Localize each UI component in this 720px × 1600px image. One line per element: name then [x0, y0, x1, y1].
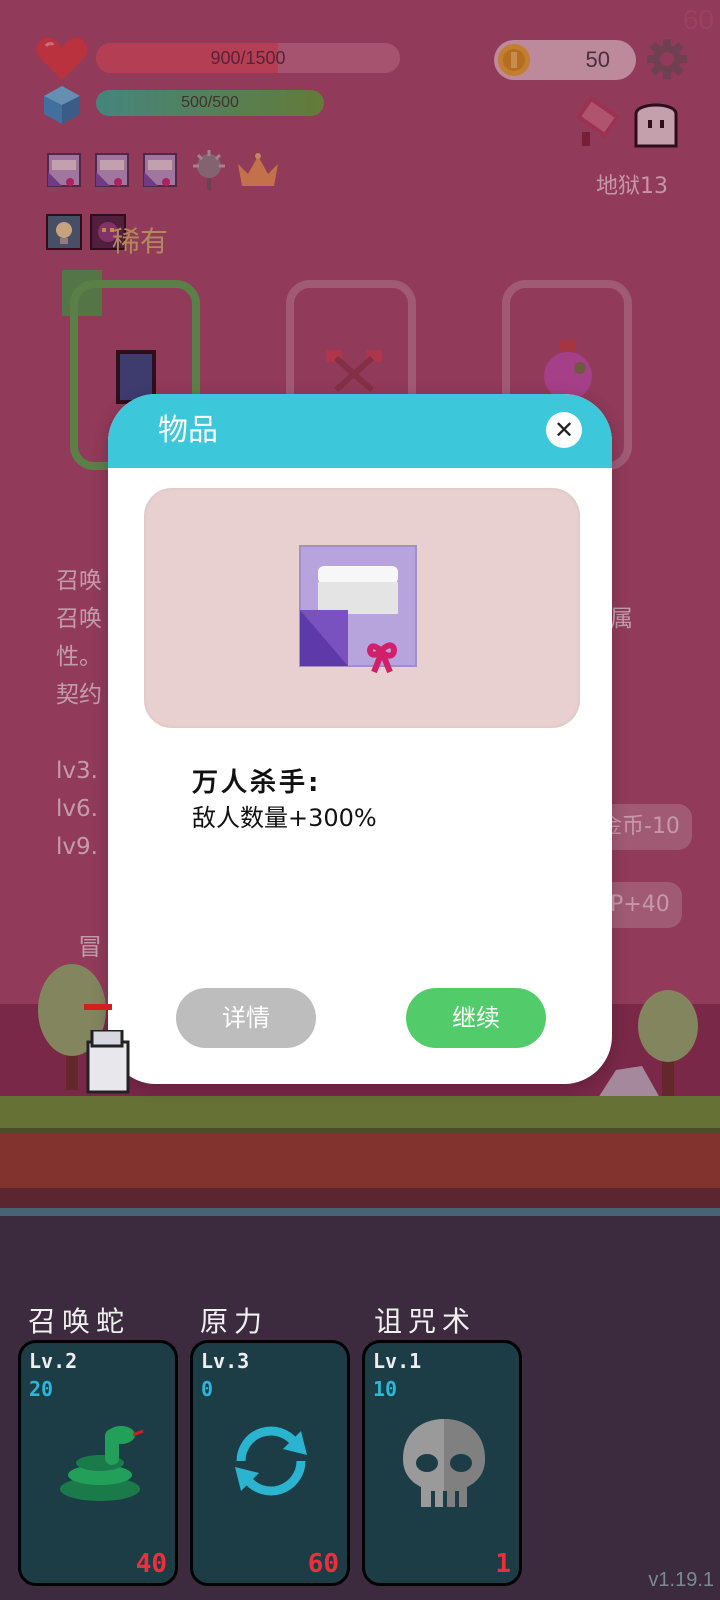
- enemy-hp-bar: [84, 1004, 112, 1010]
- item-preview-card: [144, 488, 580, 728]
- cycle-icon: [235, 1426, 307, 1496]
- skill-count: 0: [201, 1377, 214, 1401]
- skill-level: Lv.1: [373, 1349, 422, 1373]
- item-modal: 物品 ✕ 万人杀手: 敌人数量+300% 详情 继续: [108, 394, 612, 1084]
- skill-card-snake[interactable]: Lv.2 20 40: [18, 1340, 178, 1586]
- knight-character: [86, 1030, 130, 1094]
- close-button[interactable]: ✕: [546, 412, 582, 448]
- skill-cost: 40: [135, 1549, 167, 1579]
- skill-level: Lv.3: [201, 1349, 250, 1373]
- continue-button[interactable]: 继续: [406, 988, 546, 1048]
- skill-title-snake: 召唤蛇: [28, 1305, 131, 1338]
- skill-count: 10: [373, 1377, 398, 1401]
- detail-button[interactable]: 详情: [176, 988, 316, 1048]
- item-name: 万人杀手:: [192, 768, 322, 798]
- skill-card-curse[interactable]: Lv.1 10 1: [362, 1340, 522, 1586]
- skill-cost: 1: [495, 1549, 511, 1579]
- skill-level: Lv.2: [29, 1349, 78, 1373]
- modal-header: 物品 ✕: [108, 394, 612, 468]
- modal-title: 物品: [158, 413, 218, 448]
- skill-count: 20: [29, 1377, 54, 1401]
- gift-scroll-icon: [299, 545, 417, 674]
- skill-cost: 60: [307, 1549, 339, 1579]
- version-label: v1.19.1: [648, 1569, 714, 1591]
- item-effect: 敌人数量+300%: [192, 804, 377, 832]
- skill-card-force[interactable]: Lv.3 0 60: [190, 1340, 350, 1586]
- skull-icon: [403, 1419, 485, 1507]
- snake-icon: [60, 1426, 144, 1501]
- close-icon: ✕: [553, 416, 575, 444]
- skill-title-force: 原力: [200, 1305, 269, 1338]
- skill-title-curse: 诅咒术: [374, 1305, 477, 1338]
